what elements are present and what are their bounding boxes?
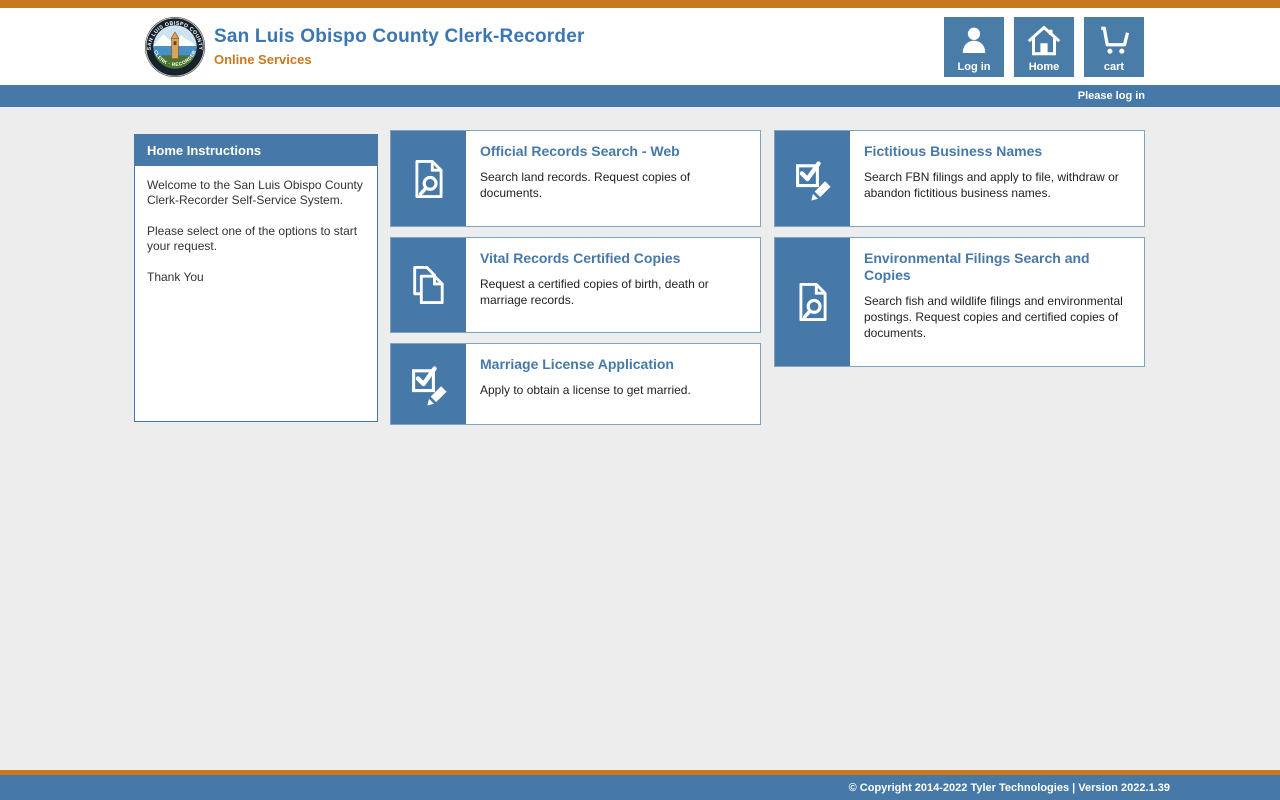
header-actions: Log in Home cart [944, 16, 1144, 77]
services-column-1: Official Records Search - Web Search lan… [390, 130, 761, 425]
service-description: Search land records. Request copies of d… [480, 170, 691, 200]
site-footer: © Copyright 2014-2022 Tyler Technologies… [0, 775, 1280, 800]
service-card-vital-records[interactable]: Vital Records Certified Copies Request a… [390, 237, 761, 333]
service-description: Search fish and wildlife filings and env… [864, 294, 1123, 340]
service-card-environmental-filings[interactable]: Environmental Filings Search and Copies … [774, 237, 1145, 367]
main-area: Home Instructions Welcome to the San Lui… [0, 107, 1280, 770]
checkbox-pencil-icon [391, 344, 466, 424]
card-body: Official Records Search - Web Search lan… [466, 131, 760, 226]
service-description: Request a certified copies of birth, dea… [480, 277, 709, 307]
service-title[interactable]: Vital Records Certified Copies [480, 250, 746, 267]
login-status-text: Please log in [1077, 90, 1145, 102]
top-accent-bar [0, 0, 1280, 8]
person-icon [944, 23, 1004, 59]
document-search-icon [775, 238, 850, 366]
login-button-label: Log in [957, 60, 991, 73]
page-subtitle: Online Services [214, 52, 312, 67]
home-icon [1014, 23, 1074, 59]
cart-icon [1084, 23, 1144, 59]
card-body: Vital Records Certified Copies Request a… [466, 238, 760, 332]
service-description: Apply to obtain a license to get married… [480, 383, 691, 397]
service-title[interactable]: Official Records Search - Web [480, 143, 746, 160]
services-column-2: Fictitious Business Names Search FBN fil… [774, 130, 1145, 367]
panel-title: Home Instructions [135, 135, 377, 166]
service-card-official-records[interactable]: Official Records Search - Web Search lan… [390, 130, 761, 227]
checkbox-pencil-icon [775, 131, 850, 226]
service-title[interactable]: Environmental Filings Search and Copies [864, 250, 1130, 284]
instructions-paragraph: Thank You [147, 270, 204, 284]
service-card-fictitious-business-names[interactable]: Fictitious Business Names Search FBN fil… [774, 130, 1145, 227]
cart-button[interactable]: cart [1084, 16, 1144, 77]
document-copies-icon [391, 238, 466, 332]
copyright-text: © Copyright 2014-2022 Tyler Technologies… [848, 781, 1170, 794]
panel-body: Welcome to the San Luis Obispo County Cl… [135, 166, 377, 421]
card-body: Fictitious Business Names Search FBN fil… [850, 131, 1144, 226]
home-button[interactable]: Home [1014, 16, 1074, 77]
home-button-label: Home [1028, 60, 1060, 73]
site-header: SAN LUIS OBISPO COUNTY CLERK · RECORDER … [0, 8, 1280, 85]
instructions-paragraph: Welcome to the San Luis Obispo County Cl… [147, 178, 363, 207]
service-title[interactable]: Marriage License Application [480, 356, 746, 373]
county-seal-logo: SAN LUIS OBISPO COUNTY CLERK · RECORDER [144, 16, 206, 77]
status-bar: Please log in [0, 85, 1280, 107]
cart-button-label: cart [1103, 60, 1125, 73]
document-search-icon [391, 131, 466, 226]
home-instructions-panel: Home Instructions Welcome to the San Lui… [134, 134, 378, 422]
instructions-paragraph: Please select one of the options to star… [147, 224, 358, 253]
login-button[interactable]: Log in [944, 16, 1004, 77]
service-title[interactable]: Fictitious Business Names [864, 143, 1130, 160]
card-body: Environmental Filings Search and Copies … [850, 238, 1144, 366]
service-description: Search FBN filings and apply to file, wi… [864, 170, 1119, 200]
page-title: San Luis Obispo County Clerk-Recorder [214, 26, 585, 47]
card-body: Marriage License Application Apply to ob… [466, 344, 760, 424]
service-card-marriage-license[interactable]: Marriage License Application Apply to ob… [390, 343, 761, 425]
